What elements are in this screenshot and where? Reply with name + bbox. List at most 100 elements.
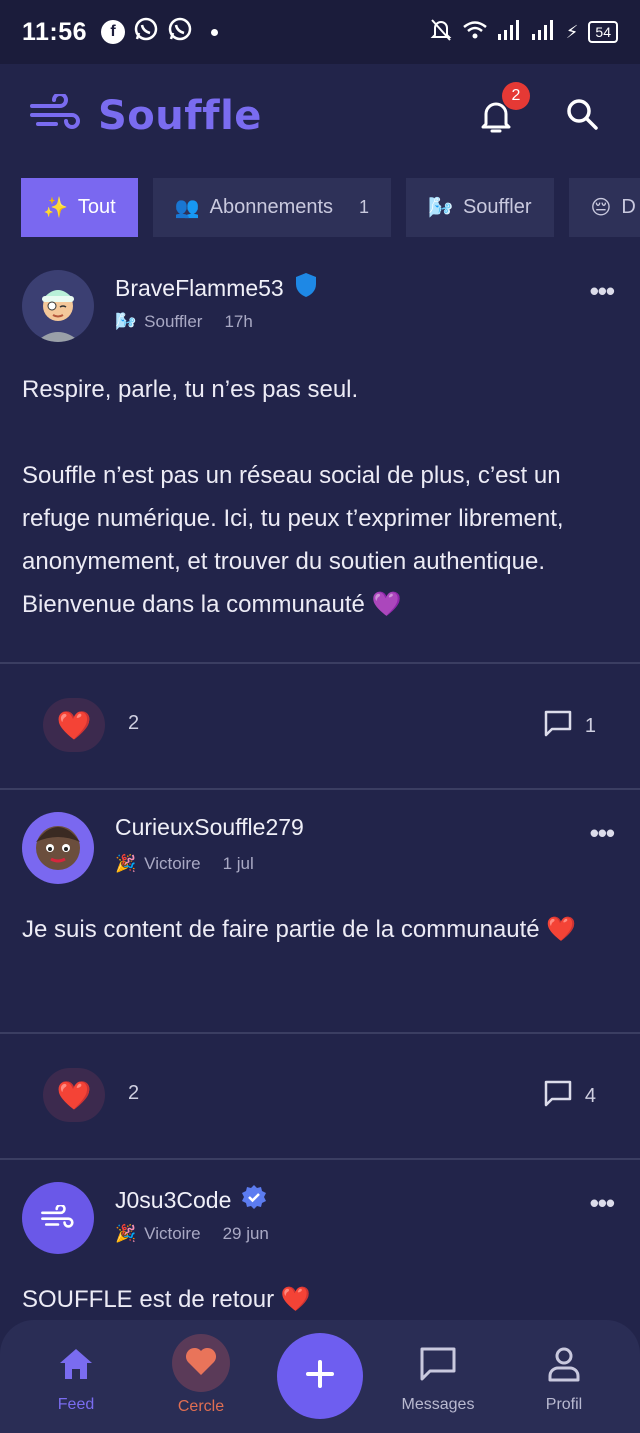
nav-label: Feed: [57, 1396, 95, 1413]
bottom-navigation: Feed Cercle Messages Profil: [0, 1320, 640, 1433]
status-time: 11:56: [22, 17, 88, 46]
post-text: Je suis content de faire partie de la co…: [22, 916, 577, 943]
like-button[interactable]: ❤️: [43, 698, 105, 752]
divider: [0, 1032, 640, 1034]
tab-label: Abonnements: [209, 196, 334, 218]
post-time: 17h: [224, 312, 253, 331]
shield-icon: [294, 272, 318, 304]
wind-face-icon: 🌬️: [428, 197, 453, 219]
heart-icon: [184, 1346, 218, 1381]
post-actions: ❤️ 2 1: [0, 698, 640, 758]
facebook-icon: f: [101, 20, 126, 44]
tab-souffler[interactable]: 🌬️ Souffler: [406, 178, 554, 237]
post-actions: ❤️ 2 4: [0, 1068, 640, 1128]
bell-off-icon: [430, 18, 452, 47]
more-options-icon[interactable]: •••: [590, 1188, 615, 1219]
post-body: SOUFFLE est de retour ❤️: [22, 1278, 622, 1321]
wind-face-icon: 🌬️: [115, 312, 137, 331]
nav-label: Messages: [401, 1396, 475, 1413]
wifi-icon: [462, 20, 488, 45]
signal-icon: [531, 19, 556, 45]
tab-label: Tout: [77, 196, 116, 218]
username-text: J0su3Code: [115, 1186, 232, 1213]
tab-count: 1: [359, 197, 370, 217]
post-text: Respire, parle, tu n’es pas seul.: [22, 376, 359, 403]
search-icon[interactable]: [562, 94, 602, 139]
post-meta: 🎉 Victoire 29 jun: [115, 1224, 269, 1244]
like-count: 2: [128, 1082, 140, 1104]
more-options-icon[interactable]: •••: [590, 276, 615, 307]
post-time: 1 jul: [222, 854, 254, 873]
people-icon: 👥: [174, 197, 200, 219]
divider: [0, 662, 640, 664]
notification-badge: 2: [502, 82, 530, 110]
like-count: 2: [128, 712, 140, 734]
nav-profil[interactable]: Profil: [514, 1346, 614, 1414]
comment-count: 1: [584, 714, 596, 737]
status-bar: 11:56 f ⚡ 54: [0, 0, 640, 64]
plus-icon: [304, 1358, 336, 1395]
post-username[interactable]: CurieuxSouffle279: [115, 814, 304, 841]
sparkles-icon: ✨: [43, 197, 68, 219]
tab-label: D: [621, 196, 636, 218]
bell-icon: [476, 102, 516, 140]
nav-label: Cercle: [177, 1398, 225, 1415]
avatar[interactable]: [22, 812, 94, 884]
heart-icon: ❤️: [56, 709, 92, 741]
post-category: Souffler: [144, 312, 203, 331]
notifications-button[interactable]: 2: [476, 82, 530, 136]
app-title: Souffle: [98, 93, 262, 139]
tab-next[interactable]: 😔 D: [568, 178, 640, 237]
post-text: Souffle n’est pas un réseau social de pl…: [22, 462, 564, 618]
user-icon: [547, 1346, 581, 1387]
charging-icon: ⚡: [565, 21, 579, 42]
avatar[interactable]: [22, 270, 94, 342]
avatar[interactable]: [22, 1182, 94, 1254]
app-logo[interactable]: Souffle: [30, 91, 262, 139]
nav-label: Profil: [545, 1396, 583, 1413]
post-meta: 🎉 Victoire 1 jul: [115, 854, 254, 874]
party-popper-icon: 🎉: [115, 1224, 137, 1243]
filter-tabs: ✨ Tout 👥 Abonnements 1 🌬️ Souffler 😔 D: [21, 178, 640, 237]
signal-icon: [497, 19, 522, 45]
nav-cercle[interactable]: Cercle: [151, 1334, 251, 1416]
tab-label: Souffler: [462, 196, 532, 218]
verified-icon: [241, 1184, 267, 1216]
post-body: Je suis content de faire partie de la co…: [22, 908, 622, 951]
app-header: Souffle 2: [0, 64, 640, 168]
heart-icon: ❤️: [56, 1079, 92, 1111]
comment-button[interactable]: 1: [543, 708, 596, 744]
battery-icon: 54: [588, 21, 618, 43]
whatsapp-icon: [167, 16, 193, 49]
comment-button[interactable]: 4: [543, 1078, 596, 1114]
divider: [0, 788, 640, 790]
tab-abonnements[interactable]: 👥 Abonnements 1: [152, 178, 392, 237]
username-text: CurieuxSouffle279: [115, 814, 304, 840]
create-post-button[interactable]: [277, 1333, 363, 1419]
party-popper-icon: 🎉: [115, 854, 137, 873]
home-icon: [58, 1347, 94, 1386]
wind-icon: [22, 1182, 94, 1254]
notification-dot: [211, 28, 219, 36]
sad-face-icon: 😔: [590, 197, 612, 219]
comment-count: 4: [584, 1084, 596, 1107]
message-icon: [419, 1346, 457, 1387]
post-time: 29 jun: [222, 1224, 269, 1243]
like-button[interactable]: ❤️: [43, 1068, 105, 1122]
tab-tout[interactable]: ✨ Tout: [21, 178, 138, 237]
username-text: BraveFlamme53: [115, 274, 284, 301]
post-category: Victoire: [144, 1224, 201, 1243]
post-category: Victoire: [144, 854, 201, 873]
nav-messages[interactable]: Messages: [388, 1346, 488, 1414]
wind-icon: [30, 91, 82, 139]
post-body: Respire, parle, tu n’es pas seul. Souffl…: [22, 368, 622, 626]
comment-icon: [543, 1078, 573, 1114]
comment-icon: [543, 708, 573, 744]
whatsapp-icon: [133, 16, 159, 49]
divider: [0, 1158, 640, 1160]
post-text: SOUFFLE est de retour ❤️: [22, 1286, 311, 1313]
more-options-icon[interactable]: •••: [590, 818, 615, 849]
nav-feed[interactable]: Feed: [26, 1346, 126, 1414]
post-username[interactable]: J0su3Code: [115, 1184, 267, 1216]
post-username[interactable]: BraveFlamme53: [115, 272, 318, 304]
